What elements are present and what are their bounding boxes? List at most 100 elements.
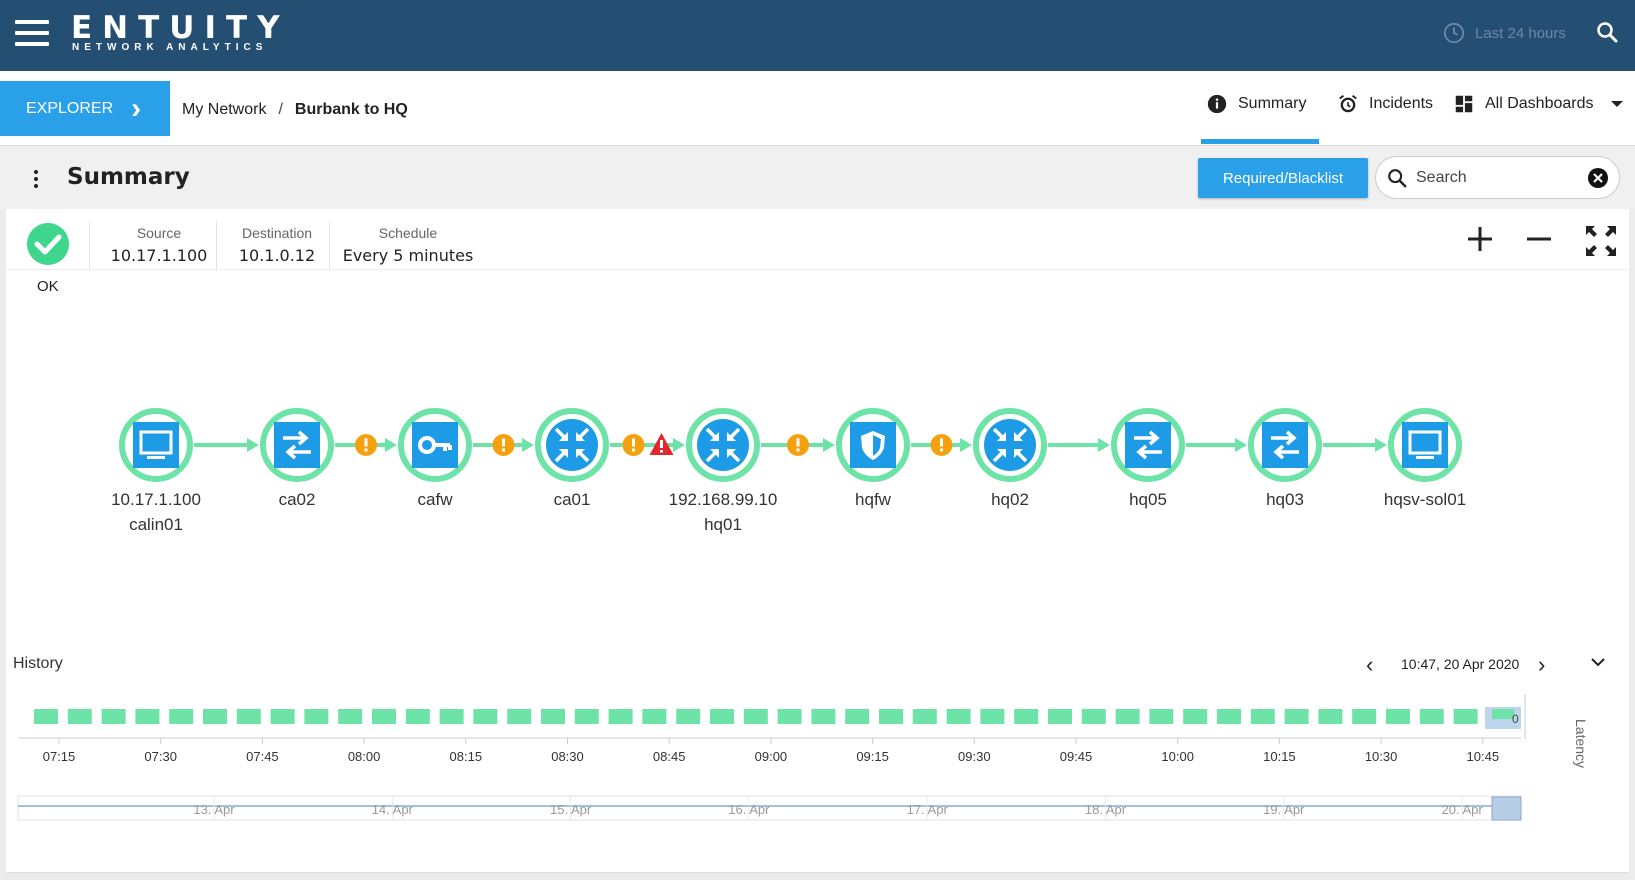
history-status-block[interactable] xyxy=(1115,709,1140,724)
path-node-hqsv-sol01[interactable] xyxy=(1388,408,1462,482)
history-status-block[interactable] xyxy=(676,709,701,724)
history-status-block[interactable] xyxy=(1081,709,1106,724)
history-status-block[interactable] xyxy=(338,709,363,724)
history-status-block[interactable] xyxy=(1453,709,1478,724)
history-status-block[interactable] xyxy=(980,709,1005,724)
time-tick-label: 07:30 xyxy=(144,749,177,764)
explorer-label: EXPLORER xyxy=(26,99,114,117)
history-date: 10:47, 20 Apr 2020 xyxy=(1401,656,1520,672)
search-icon[interactable] xyxy=(1595,20,1619,44)
history-status-block[interactable] xyxy=(1492,709,1514,719)
navigator-handle[interactable] xyxy=(1491,796,1522,821)
history-status-block[interactable] xyxy=(236,709,261,724)
history-status-block[interactable] xyxy=(405,709,430,724)
history-status-block[interactable] xyxy=(1352,709,1377,724)
menu-icon[interactable] xyxy=(15,20,49,48)
warning-icon[interactable] xyxy=(622,434,645,456)
history-status-block[interactable] xyxy=(439,709,464,724)
logo-main: ENTUITY xyxy=(71,10,290,46)
caret-down-icon[interactable] xyxy=(1610,99,1624,109)
tab-incidents-label: Incidents xyxy=(1369,95,1434,112)
warning-icon[interactable] xyxy=(930,434,953,456)
latency-axis-label: Latency xyxy=(1573,719,1589,769)
time-tick-label: 10:15 xyxy=(1263,749,1296,764)
tab-incidents[interactable]: Incidents xyxy=(1337,93,1433,115)
day-tick-label: 14. Apr xyxy=(372,802,414,817)
node-label-line1: hqsv-sol01 xyxy=(1383,490,1467,509)
history-status-block[interactable] xyxy=(270,709,295,724)
history-status-block[interactable] xyxy=(608,709,633,724)
history-status-block[interactable] xyxy=(1250,709,1275,724)
history-status-block[interactable] xyxy=(473,709,498,724)
history-status-block[interactable] xyxy=(34,709,58,724)
history-status-block[interactable] xyxy=(169,709,194,724)
required-blacklist-button[interactable]: Required/Blacklist xyxy=(1198,158,1368,198)
history-status-block[interactable] xyxy=(101,709,126,724)
history-status-block[interactable] xyxy=(574,709,599,724)
history-prev-button[interactable]: ‹ xyxy=(1366,652,1373,678)
history-status-block[interactable] xyxy=(1284,709,1309,724)
path-node-cafw[interactable] xyxy=(398,408,472,482)
logo-sub: NETWORK ANALYTICS xyxy=(72,42,268,53)
path-node-hq03[interactable] xyxy=(1248,408,1322,482)
history-status-block[interactable] xyxy=(845,709,870,724)
path-node-ca01[interactable] xyxy=(535,408,609,482)
warning-icon[interactable] xyxy=(492,434,515,456)
history-status-block[interactable] xyxy=(1048,709,1072,724)
breadcrumb-separator: / xyxy=(278,101,283,118)
tab-all-dashboards[interactable]: All Dashboards xyxy=(1453,93,1624,115)
day-tick-label: 16. Apr xyxy=(728,802,770,817)
history-status-block[interactable] xyxy=(135,709,160,724)
history-status-block[interactable] xyxy=(507,709,532,724)
time-range-selector[interactable]: Last 24 hours xyxy=(1443,22,1566,44)
day-tick-label: 18. Apr xyxy=(1085,802,1127,817)
path-link xyxy=(1186,438,1247,452)
path-node-hq02[interactable] xyxy=(973,408,1047,482)
history-status-block[interactable] xyxy=(777,709,802,724)
time-tick-label: 07:45 xyxy=(246,749,279,764)
history-status-block[interactable] xyxy=(710,709,734,724)
warning-icon[interactable] xyxy=(355,434,377,456)
path-node-ca02[interactable] xyxy=(260,408,334,482)
history-status-block[interactable] xyxy=(879,709,903,724)
history-status-block[interactable] xyxy=(372,709,396,724)
history-status-block[interactable] xyxy=(67,709,92,724)
history-status-block[interactable] xyxy=(1386,709,1410,724)
nav-bar: EXPLORER › My Network / Burbank to HQ Su… xyxy=(0,71,1635,146)
path-node-hq05[interactable] xyxy=(1111,408,1185,482)
history-status-block[interactable] xyxy=(1183,709,1208,724)
active-tab-indicator xyxy=(1201,139,1319,144)
breadcrumb-item-my-network[interactable]: My Network xyxy=(182,101,266,119)
time-tick-label: 08:30 xyxy=(551,749,584,764)
history-status-block[interactable] xyxy=(1318,709,1343,724)
history-status-block[interactable] xyxy=(203,709,227,724)
tab-summary[interactable]: Summary xyxy=(1206,93,1306,115)
path-node-calin01[interactable] xyxy=(119,408,193,482)
history-status-block[interactable] xyxy=(1014,709,1039,724)
warning-icon[interactable] xyxy=(787,434,809,456)
tab-all-dashboards-label: All Dashboards xyxy=(1485,95,1594,112)
search-box xyxy=(1375,156,1620,199)
history-status-block[interactable] xyxy=(1149,709,1174,724)
history-status-block[interactable] xyxy=(1217,709,1241,724)
node-label: hqsv-sol01 xyxy=(1325,487,1525,512)
history-status-block[interactable] xyxy=(946,709,971,724)
history-status-block[interactable] xyxy=(304,709,329,724)
explorer-button[interactable]: EXPLORER › xyxy=(0,81,170,136)
history-status-block[interactable] xyxy=(541,709,565,724)
history-status-block[interactable] xyxy=(642,709,667,724)
history-status-block[interactable] xyxy=(1419,709,1444,724)
path-node-hq01[interactable] xyxy=(686,408,760,482)
history-status-block[interactable] xyxy=(811,709,836,724)
history-status-block[interactable] xyxy=(912,709,937,724)
search-icon xyxy=(1388,168,1407,187)
breadcrumb-item-current: Burbank to HQ xyxy=(294,101,408,118)
kebab-menu-icon[interactable] xyxy=(34,170,42,188)
history-status-block[interactable] xyxy=(743,709,768,724)
history-next-button[interactable]: › xyxy=(1538,652,1545,678)
path-node-hqfw[interactable] xyxy=(836,408,910,482)
chevron-down-icon[interactable] xyxy=(1590,656,1606,668)
time-tick-label: 10:45 xyxy=(1467,749,1500,764)
clear-icon[interactable] xyxy=(1587,167,1609,189)
search-input[interactable] xyxy=(1416,168,1586,187)
